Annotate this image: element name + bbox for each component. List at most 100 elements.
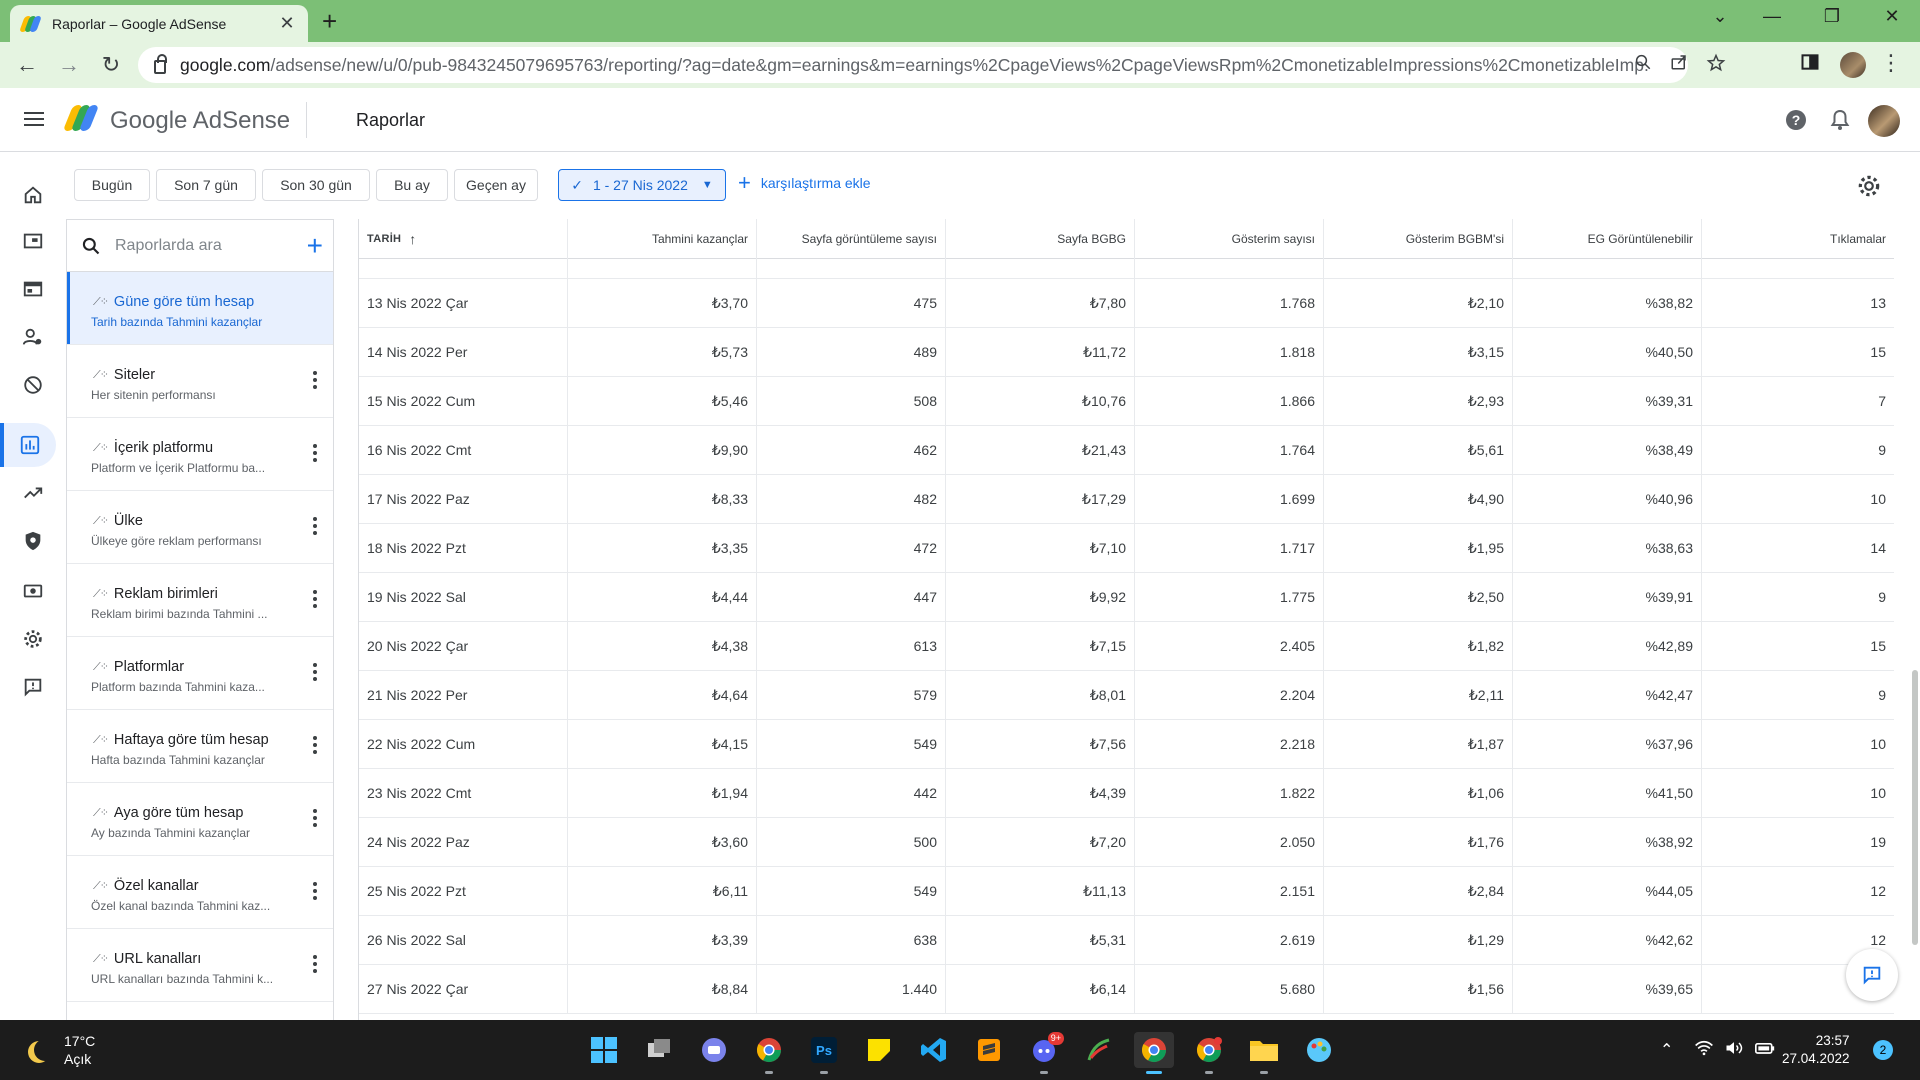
task-view-icon[interactable] — [639, 1032, 679, 1068]
optimization-icon[interactable] — [8, 471, 58, 515]
cell-earnings: ₺4,15 — [568, 720, 757, 768]
minimize-icon[interactable]: — — [1752, 6, 1792, 27]
volume-icon[interactable] — [1724, 1038, 1744, 1063]
report-more-icon[interactable] — [313, 371, 317, 392]
report-item[interactable]: ⟋⁘ Aya göre tüm hesap Ay bazında Tahmini k… — [67, 783, 333, 856]
cell-page-rpm: ₺21,43 — [946, 426, 1135, 474]
reload-icon[interactable]: ↻ — [92, 46, 130, 84]
report-item[interactable]: ⟋⁘ Siteler Her sitenin performansı — [67, 345, 333, 418]
report-item-subtitle: Ay bazında Tahmini kazançlar — [91, 826, 250, 840]
report-more-icon[interactable] — [313, 809, 317, 830]
start-icon[interactable] — [584, 1032, 624, 1068]
report-item[interactable]: ⟋⁘ URL kanalları URL kanalları bazında Tah… — [67, 929, 333, 1002]
column-header-clicks[interactable]: Tıklamalar — [1702, 219, 1894, 259]
bookmark-star-icon[interactable] — [1706, 53, 1726, 78]
add-comparison-button[interactable]: + karşılaştırma ekle — [738, 172, 871, 194]
reports-search-input[interactable]: Raporlarda ara — [115, 237, 307, 255]
table-body: 13 Nis 2022 Çar ₺3,70 475 ₺7,80 1.768 ₺2,10 %3… — [359, 259, 1894, 1014]
brand-name[interactable]: Google AdSense — [110, 107, 290, 135]
new-tab-icon[interactable]: + — [322, 8, 337, 34]
share-icon[interactable] — [1670, 53, 1688, 76]
vscode-icon[interactable] — [914, 1032, 954, 1068]
settings-icon[interactable] — [8, 617, 58, 661]
chrome-icon[interactable] — [749, 1032, 789, 1074]
sites-icon[interactable] — [8, 267, 58, 311]
wifi-icon[interactable] — [1694, 1038, 1714, 1063]
column-header-date[interactable]: TARİH ↑ — [359, 219, 568, 259]
report-item[interactable]: ⟋⁘ Ülke Ülkeye göre reklam performansı — [67, 491, 333, 564]
report-more-icon[interactable] — [313, 590, 317, 611]
privacy-messaging-icon[interactable] — [8, 315, 58, 359]
chip-this-month[interactable]: Bu ay — [376, 169, 448, 201]
reports-icon[interactable] — [0, 423, 56, 467]
show-hidden-icons-icon[interactable]: ⌃ — [1660, 1040, 1673, 1060]
teams-chat-icon[interactable] — [694, 1032, 734, 1068]
chip-today[interactable]: Bugün — [74, 169, 150, 201]
report-item[interactable]: ⟋⁘ Platformlar Platform bazında Tahmini ka… — [67, 637, 333, 710]
chip-last-month[interactable]: Geçen ay — [454, 169, 538, 201]
notifications-bell-icon[interactable] — [1828, 108, 1852, 132]
weather-widget[interactable]: 17°C Açık — [26, 1032, 95, 1068]
report-settings-icon[interactable] — [1856, 173, 1882, 199]
profile-avatar[interactable] — [1840, 52, 1866, 78]
table-scrollbar[interactable] — [1912, 670, 1918, 945]
column-header-earnings[interactable]: Tahmini kazançlar — [568, 219, 757, 259]
system-clock[interactable]: 23:57 27.04.2022 — [1782, 1032, 1850, 1068]
file-explorer-icon[interactable] — [1244, 1032, 1284, 1074]
report-more-icon[interactable] — [313, 955, 317, 976]
report-more-icon[interactable] — [313, 736, 317, 757]
table-header: TARİH ↑ Tahmini kazançlar Sayfa görüntüle… — [359, 219, 1894, 259]
sublime-text-icon[interactable] — [969, 1032, 1009, 1068]
sidepanel-icon[interactable] — [1800, 52, 1820, 78]
sticky-notes-icon[interactable] — [859, 1032, 899, 1068]
column-header-page-rpm[interactable]: Sayfa BGBG — [946, 219, 1135, 259]
help-icon[interactable]: ? — [1784, 108, 1808, 132]
feedback-icon[interactable] — [8, 665, 58, 709]
report-item[interactable]: ⟋⁘ İçerik platformu Platform ve İçerik Pla… — [67, 418, 333, 491]
browser-tab[interactable]: Raporlar – Google AdSense ✕ — [10, 5, 308, 42]
adsense-logo[interactable] — [62, 105, 100, 131]
account-avatar[interactable] — [1868, 105, 1900, 137]
url-text[interactable]: google.com/adsense/new/u/0/pub-984324507… — [180, 55, 1650, 76]
zoom-icon[interactable] — [1634, 53, 1652, 76]
chrome-profile-icon[interactable] — [1189, 1032, 1229, 1074]
column-header-page-views[interactable]: Sayfa görüntüleme sayısı — [757, 219, 946, 259]
home-icon[interactable] — [8, 173, 58, 217]
close-tab-icon[interactable]: ✕ — [276, 13, 298, 34]
forward-icon[interactable]: → — [50, 46, 88, 84]
pencil-app-icon[interactable] — [1079, 1032, 1119, 1068]
blocking-controls-icon[interactable] — [8, 363, 58, 407]
photoshop-icon[interactable]: Ps — [804, 1032, 844, 1074]
restore-icon[interactable]: ❐ — [1812, 6, 1852, 27]
report-more-icon[interactable] — [313, 882, 317, 903]
column-header-active-view[interactable]: EG Görüntülenebilir — [1513, 219, 1702, 259]
payments-icon[interactable] — [8, 569, 58, 613]
discord-icon[interactable]: 9+ — [1024, 1032, 1064, 1074]
ads-icon[interactable] — [8, 219, 58, 263]
chip-last-7-days[interactable]: Son 7 gün — [156, 169, 256, 201]
feedback-fab-button[interactable] — [1846, 949, 1898, 1001]
more-menu-icon[interactable]: ⋮ — [1880, 50, 1902, 76]
report-item[interactable]: ⟋⁘ Haftaya göre tüm hesap Hafta bazında Ta… — [67, 710, 333, 783]
report-item[interactable]: ⟋⁘ Özel kanallar Özel kanal bazında Tahmin… — [67, 856, 333, 929]
back-icon[interactable]: ← — [8, 46, 46, 84]
notification-count-badge[interactable]: 2 — [1873, 1040, 1893, 1060]
column-header-impressions[interactable]: Gösterim sayısı — [1135, 219, 1324, 259]
chip-last-30-days[interactable]: Son 30 gün — [262, 169, 370, 201]
main-menu-icon[interactable] — [24, 112, 44, 130]
close-window-icon[interactable]: ✕ — [1872, 6, 1912, 27]
battery-icon[interactable] — [1754, 1038, 1776, 1063]
date-range-dropdown[interactable]: ✓ 1 - 27 Nis 2022 ▼ — [558, 169, 726, 201]
report-more-icon[interactable] — [313, 517, 317, 538]
report-item[interactable]: ⟋⁘ Güne göre tüm hesap Tarih bazında Tahmi… — [67, 272, 333, 345]
report-item[interactable]: ⟋⁘ Reklam birimleri Reklam birimi bazında … — [67, 564, 333, 637]
chrome-dev-icon[interactable] — [1134, 1032, 1174, 1074]
policy-center-icon[interactable] — [8, 519, 58, 563]
address-bar[interactable]: google.com/adsense/new/u/0/pub-984324507… — [138, 47, 1726, 83]
column-header-impression-rpm[interactable]: Gösterim BGBM'si — [1324, 219, 1513, 259]
new-report-plus-icon[interactable]: + — [307, 231, 323, 260]
report-more-icon[interactable] — [313, 444, 317, 465]
tab-search-icon[interactable]: ⌄ — [1700, 6, 1740, 27]
paint-icon[interactable] — [1299, 1032, 1339, 1068]
report-more-icon[interactable] — [313, 663, 317, 684]
